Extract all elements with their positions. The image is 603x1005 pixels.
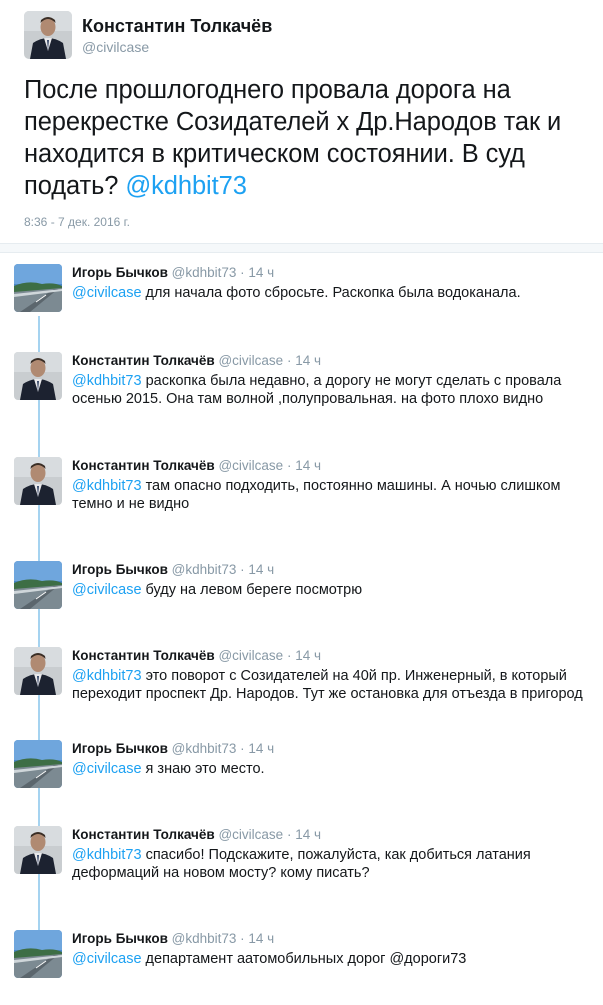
reply-avatar-road[interactable] xyxy=(14,930,62,978)
reply-mention-link[interactable]: @civilcase xyxy=(72,285,142,301)
tweet-timestamp[interactable]: 8:36 - 7 дек. 2016 г. xyxy=(24,215,130,229)
reply-avatar-person[interactable] xyxy=(14,647,62,695)
reply-author-handle[interactable]: @kdhbit73 xyxy=(172,741,237,756)
reply-avatar-person[interactable] xyxy=(14,826,62,874)
reply-timestamp[interactable]: 14 ч xyxy=(295,827,321,842)
reply-header: Константин Толкачёв @civilcase · 14 ч xyxy=(72,458,321,473)
reply-mention-link[interactable]: @kdhbit73 xyxy=(72,668,142,684)
reply-separator: · xyxy=(236,562,249,577)
reply-separator: · xyxy=(236,741,249,756)
reply-mention-link[interactable]: @kdhbit73 xyxy=(72,478,142,494)
reply-avatar-road[interactable] xyxy=(14,561,62,609)
reply-timestamp[interactable]: 14 ч xyxy=(295,648,321,663)
reply-author-handle[interactable]: @civilcase xyxy=(218,353,283,368)
reply-header: Константин Толкачёв @civilcase · 14 ч xyxy=(72,827,321,842)
reply-body: я знаю это место. xyxy=(141,761,265,777)
reply-author-handle[interactable]: @civilcase xyxy=(218,648,283,663)
reply-author-name[interactable]: Игорь Бычков xyxy=(72,265,168,280)
reply-body: там опасно подходить, постоянно машины. … xyxy=(72,478,561,512)
reply-timestamp[interactable]: 14 ч xyxy=(295,353,321,368)
reply-header: Игорь Бычков @kdhbit73 · 14 ч xyxy=(72,562,274,577)
reply-avatar-road[interactable] xyxy=(14,264,62,312)
reply-author-handle[interactable]: @kdhbit73 xyxy=(172,562,237,577)
reply-header: Игорь Бычков @kdhbit73 · 14 ч xyxy=(72,931,274,946)
reply-separator: · xyxy=(283,827,296,842)
reply-avatar-road[interactable] xyxy=(14,740,62,788)
reply-separator: · xyxy=(283,353,296,368)
reply-header: Константин Толкачёв @civilcase · 14 ч xyxy=(72,353,321,368)
reply-avatar-person[interactable] xyxy=(14,457,62,505)
reply-separator: · xyxy=(236,931,249,946)
reply-timestamp[interactable]: 14 ч xyxy=(248,562,274,577)
reply-separator: · xyxy=(283,458,296,473)
section-divider xyxy=(0,243,603,253)
reply-author-handle[interactable]: @kdhbit73 xyxy=(172,265,237,280)
reply-timestamp[interactable]: 14 ч xyxy=(248,265,274,280)
reply-text: @civilcase буду на левом береге посмотрю xyxy=(72,581,597,599)
reply-timestamp[interactable]: 14 ч xyxy=(248,931,274,946)
reply-body: раскопка была недавно, а дорогу не могут… xyxy=(72,373,562,407)
reply-author-name[interactable]: Константин Толкачёв xyxy=(72,827,215,842)
reply-mention-link[interactable]: @civilcase xyxy=(72,951,142,967)
reply-author-handle[interactable]: @kdhbit73 xyxy=(172,931,237,946)
author-handle[interactable]: @civilcase xyxy=(82,39,149,55)
author-name[interactable]: Константин Толкачёв xyxy=(82,16,272,37)
reply-body: буду на левом береге посмотрю xyxy=(141,582,363,598)
reply-text: @civilcase я знаю это место. xyxy=(72,760,597,778)
reply-body: для начала фото сбросьте. Раскопка была … xyxy=(141,285,521,301)
reply-text: @kdhbit73 спасибо! Подскажите, пожалуйст… xyxy=(72,846,597,882)
reply-text: @civilcase департамент аатомобильных дор… xyxy=(72,950,597,968)
reply-header: Константин Толкачёв @civilcase · 14 ч xyxy=(72,648,321,663)
reply-author-handle[interactable]: @civilcase xyxy=(218,827,283,842)
reply-text: @civilcase для начала фото сбросьте. Рас… xyxy=(72,284,597,302)
reply-author-name[interactable]: Константин Толкачёв xyxy=(72,353,215,368)
reply-body: это поворот с Созидателей на 40й пр. Инж… xyxy=(72,668,583,702)
reply-mention-link[interactable]: @civilcase xyxy=(72,582,142,598)
reply-body: департамент аатомобильных дорог @дороги7… xyxy=(141,951,467,967)
reply-mention-link[interactable]: @kdhbit73 xyxy=(72,373,142,389)
reply-mention-link[interactable]: @civilcase xyxy=(72,761,142,777)
reply-author-name[interactable]: Константин Толкачёв xyxy=(72,648,215,663)
reply-text: @kdhbit73 там опасно подходить, постоянн… xyxy=(72,477,597,513)
reply-body: спасибо! Подскажите, пожалуйста, как доб… xyxy=(72,847,531,881)
reply-avatar-person[interactable] xyxy=(14,352,62,400)
reply-header: Игорь Бычков @kdhbit73 · 14 ч xyxy=(72,741,274,756)
main-tweet: Константин Толкачёв @civilcase После про… xyxy=(0,0,603,242)
reply-separator: · xyxy=(283,648,296,663)
reply-header: Игорь Бычков @kdhbit73 · 14 ч xyxy=(72,265,274,280)
reply-text: @kdhbit73 раскопка была недавно, а дорог… xyxy=(72,372,597,408)
reply-separator: · xyxy=(236,265,249,280)
reply-author-name[interactable]: Игорь Бычков xyxy=(72,562,168,577)
reply-author-name[interactable]: Игорь Бычков xyxy=(72,931,168,946)
reply-author-name[interactable]: Игорь Бычков xyxy=(72,741,168,756)
tweet-text: После прошлогоднего провала дорога на пе… xyxy=(24,74,594,202)
reply-author-name[interactable]: Константин Толкачёв xyxy=(72,458,215,473)
reply-author-handle[interactable]: @civilcase xyxy=(218,458,283,473)
tweet-body: После прошлогоднего провала дорога на пе… xyxy=(24,76,562,200)
author-avatar[interactable] xyxy=(24,11,72,59)
reply-text: @kdhbit73 это поворот с Созидателей на 4… xyxy=(72,667,597,703)
reply-timestamp[interactable]: 14 ч xyxy=(248,741,274,756)
reply-mention-link[interactable]: @kdhbit73 xyxy=(72,847,142,863)
reply-timestamp[interactable]: 14 ч xyxy=(295,458,321,473)
tweet-mention-link[interactable]: @kdhbit73 xyxy=(125,172,247,200)
